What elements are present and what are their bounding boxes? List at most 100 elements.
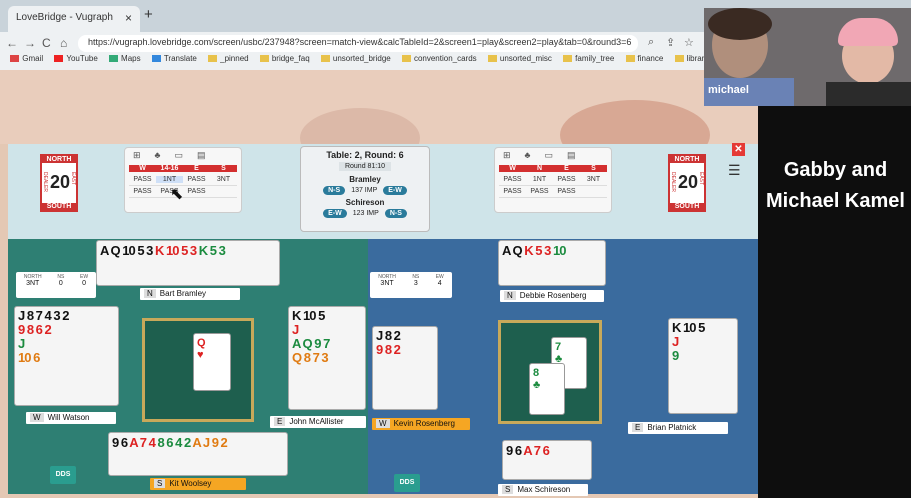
player-name: Will Watson	[47, 413, 90, 422]
back-icon[interactable]: ←	[6, 36, 18, 50]
bookmark[interactable]: Translate	[151, 54, 197, 63]
suit-cards: J	[292, 322, 299, 337]
bookmark-label: bridge_faq	[271, 54, 310, 63]
bid: PASS	[530, 188, 549, 195]
direction-pill: E-W	[323, 209, 347, 218]
played-card: 8 ♣	[529, 363, 565, 415]
hand-east-right: K 10 5 J 9	[668, 318, 738, 414]
address-bar[interactable]: https://vugraph.lovebridge.com/screen/us…	[78, 35, 638, 52]
forward-icon[interactable]: →	[24, 36, 36, 50]
direction-pill: E-W	[383, 186, 407, 195]
bid: PASS	[187, 176, 206, 183]
team-name: Bramley	[349, 175, 381, 184]
suit-cards: 9 8 6 2	[18, 322, 52, 337]
bookmark[interactable]: YouTube	[54, 54, 98, 63]
search-icon[interactable]: ⌕	[648, 36, 654, 49]
bid: PASS	[503, 176, 522, 183]
bookmark-label: unsorted_bridge	[332, 54, 391, 63]
east-label: EAST	[70, 172, 76, 186]
dds-icon[interactable]: ▭	[174, 150, 183, 161]
bid	[210, 188, 237, 195]
home-icon[interactable]: ⌂	[60, 36, 67, 50]
bid-header: E	[564, 165, 569, 172]
suit-cards: 9 6	[112, 435, 128, 450]
suit-cards: A J 9 2	[192, 435, 227, 450]
dds-icon[interactable]: ▭	[544, 150, 553, 161]
player-plate-south-right: S Max Schireson	[498, 484, 588, 496]
ns-score: 0	[58, 280, 63, 287]
bid: 3NT	[586, 176, 601, 183]
south-label: SOUTH	[42, 203, 76, 210]
mouse-cursor-icon: ⬉	[170, 186, 184, 203]
pig-icon[interactable]: ♣	[525, 150, 531, 161]
bookmark[interactable]: unsorted_bridge	[320, 54, 391, 63]
bid[interactable]: 1NT	[156, 176, 183, 183]
bookmark[interactable]: finance	[625, 54, 663, 63]
bid-header: 14-16	[160, 165, 179, 172]
contract-score-left: NORTH 3NT NS 0 EW 0	[16, 272, 96, 298]
pig-icon[interactable]: ♣	[155, 150, 161, 161]
suit-cards: A Q 9 7	[292, 336, 330, 351]
bid: PASS	[187, 188, 206, 195]
chat-icon[interactable]: ▤	[197, 150, 206, 161]
grid-icon[interactable]: ⊞	[133, 150, 141, 161]
bid-header: W	[139, 165, 146, 172]
card-rank: 7	[555, 341, 562, 353]
grid-icon[interactable]: ⊞	[503, 150, 511, 161]
share-icon[interactable]: ⇪	[666, 36, 675, 49]
new-tab-icon[interactable]: +	[144, 6, 153, 23]
board-number: 20	[50, 172, 71, 192]
chat-icon[interactable]: ▤	[567, 150, 576, 161]
contract-score-right: NORTH 3NT NS 3 EW 4	[370, 272, 452, 298]
player-name: Bart Bramley	[159, 289, 207, 298]
suit-cards: J	[672, 334, 679, 349]
bid-row: PASS 1NT PASS 3NT	[499, 174, 607, 186]
trick-area-left: Q ♥	[142, 318, 254, 422]
bookmark-label: Maps	[121, 54, 141, 63]
bookmark[interactable]: family_tree	[563, 54, 614, 63]
hand-west-left: J 8 7 4 3 2 9 8 6 2 J 10 6	[14, 306, 119, 406]
browser-tab[interactable]: LoveBridge - Vugraph ×	[8, 6, 140, 32]
close-icon[interactable]: ✕	[732, 143, 745, 156]
bookmark[interactable]: convention_cards	[401, 54, 477, 63]
player-plate-west-right: W Kevin Rosenberg	[372, 418, 470, 430]
suit-cards: J	[18, 336, 25, 351]
menu-icon[interactable]: ☰	[728, 162, 741, 179]
suit-cards: J 8 7 4 3 2	[18, 308, 69, 323]
suit-cards: 10	[552, 243, 567, 258]
seat-label: E	[632, 423, 644, 432]
close-tab-icon[interactable]: ×	[125, 11, 132, 25]
bookmark[interactable]: unsorted_misc	[487, 54, 552, 63]
seat-label: W	[30, 413, 44, 422]
ew-score: 0	[82, 280, 87, 287]
suit-cards: 10 6	[18, 350, 40, 365]
east-label: EAST	[698, 172, 704, 186]
position-indicator-right: NORTH DEALER 20 EAST SOUTH	[668, 154, 706, 212]
bookmark-label: _pinned	[220, 54, 249, 63]
bookmark-label: YouTube	[66, 54, 98, 63]
bookmark-label: Translate	[163, 54, 197, 63]
bookmark[interactable]: Gmail	[10, 54, 43, 63]
bid	[580, 188, 607, 195]
reload-icon[interactable]: C	[42, 36, 51, 50]
team-name: Schireson	[345, 198, 385, 207]
caption-text: Gabby and Michael Kamel	[766, 159, 905, 212]
player-plate-east-right: E Brian Platnick	[628, 422, 728, 434]
player-plate-north-right: N Debbie Rosenberg	[500, 290, 604, 302]
star-icon[interactable]: ☆	[684, 36, 694, 49]
suit-cards: J 8 2	[376, 328, 401, 343]
dds-button-right[interactable]: DDS	[394, 474, 420, 492]
hand-west-right: J 8 2 9 8 2	[372, 326, 438, 410]
bookmark[interactable]: bridge_faq	[259, 54, 310, 63]
bid: PASS	[557, 176, 576, 183]
bid-header: E	[194, 165, 199, 172]
tab-title: LoveBridge - Vugraph	[16, 12, 113, 23]
bookmark[interactable]: _pinned	[208, 54, 249, 63]
bid-header: W	[509, 165, 516, 172]
suit-cards: A 7 4	[129, 435, 156, 450]
seat-label: N	[504, 291, 516, 300]
dds-button-left[interactable]: DDS	[50, 466, 76, 484]
dealer-label: DEALER	[670, 172, 676, 193]
bookmark[interactable]: Maps	[109, 54, 141, 63]
table-info-box: Table: 2, Round: 6 Round 81:10 Bramley N…	[300, 146, 430, 232]
